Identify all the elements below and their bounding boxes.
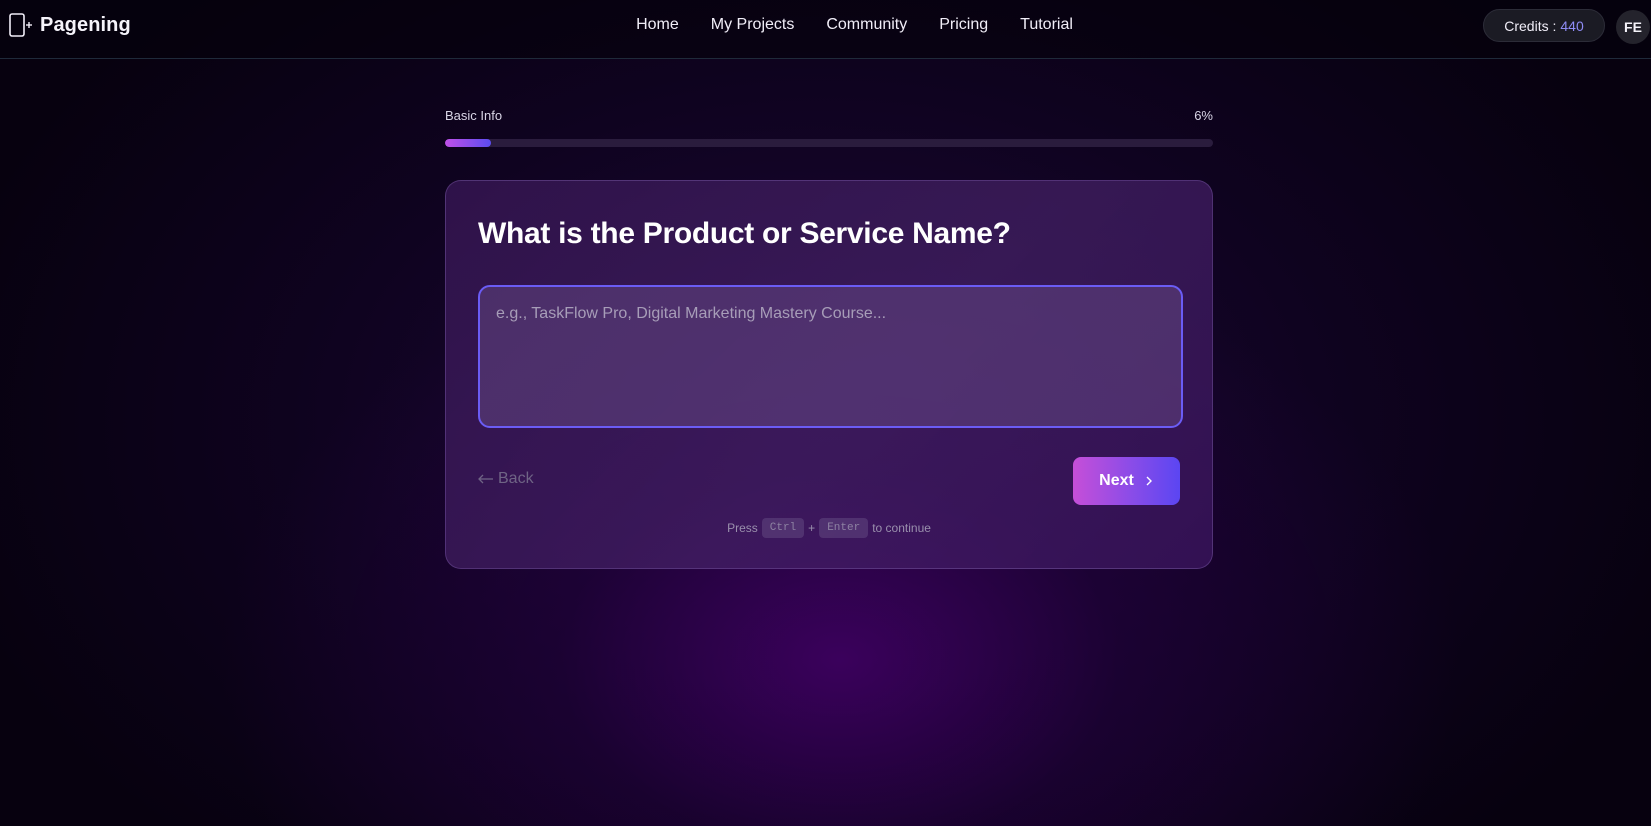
kbd-enter: Enter: [819, 518, 869, 538]
progress-percent: 6%: [1194, 108, 1213, 123]
credits-value: 440: [1560, 17, 1584, 34]
keyboard-hint: Press Ctrl + Enter to continue: [446, 518, 1212, 538]
nav-item-tutorial[interactable]: Tutorial: [1020, 16, 1073, 34]
kbd-ctrl: Ctrl: [761, 518, 805, 538]
back-button[interactable]: Back: [478, 470, 534, 488]
chevron-right-icon: [1146, 476, 1152, 486]
step-progress: Basic Info 6%: [445, 108, 1213, 147]
arrow-left-icon: [478, 474, 493, 484]
progress-fill: [445, 139, 492, 147]
next-button-label: Next: [1099, 472, 1134, 489]
nav-item-home[interactable]: Home: [636, 16, 679, 34]
next-button[interactable]: Next: [1073, 457, 1180, 505]
nav-item-community[interactable]: Community: [826, 16, 907, 34]
nav-item-pricing[interactable]: Pricing: [939, 16, 988, 34]
product-name-input[interactable]: [478, 285, 1183, 428]
user-avatar[interactable]: FE: [1616, 10, 1650, 44]
back-button-label: Back: [498, 470, 534, 487]
hint-prefix: Press: [727, 521, 758, 535]
main-nav: Home My Projects Community Pricing Tutor…: [0, 16, 1651, 34]
hint-suffix: to continue: [872, 521, 931, 535]
nav-item-my-projects[interactable]: My Projects: [711, 16, 795, 34]
hint-plus: +: [808, 521, 816, 535]
credits-badge[interactable]: Credits : 440: [1483, 9, 1605, 42]
top-nav-bar: Pagening Home My Projects Community Pric…: [0, 0, 1651, 59]
progress-track: [445, 139, 1213, 147]
progress-step-label: Basic Info: [445, 108, 503, 123]
question-card: What is the Product or Service Name? Bac…: [445, 180, 1213, 569]
question-title: What is the Product or Service Name?: [478, 217, 1011, 250]
progress-labels: Basic Info 6%: [445, 108, 1213, 128]
credits-label: Credits :: [1504, 17, 1557, 34]
